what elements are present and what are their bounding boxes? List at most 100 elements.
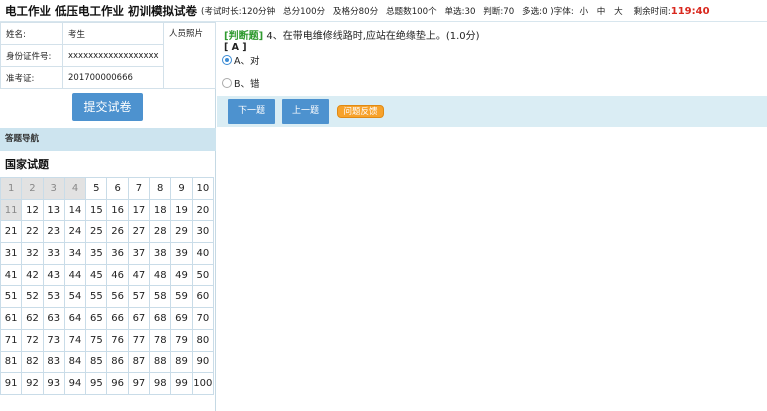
question-nav-cell-67[interactable]: 67 (127, 307, 151, 330)
option-b[interactable]: B、错 (222, 76, 260, 90)
question-nav-cell-19[interactable]: 19 (170, 198, 193, 222)
question-nav-cell-63[interactable]: 63 (42, 307, 65, 330)
question-nav-cell-70[interactable]: 70 (191, 307, 215, 330)
question-nav-cell-95[interactable]: 95 (85, 372, 108, 395)
question-nav-cell-10[interactable]: 10 (191, 177, 215, 200)
question-nav-cell-86[interactable]: 86 (106, 350, 129, 374)
question-nav-cell-64[interactable]: 64 (63, 307, 87, 330)
question-nav-cell-91[interactable]: 91 (0, 372, 23, 395)
question-nav-cell-59[interactable]: 59 (170, 285, 193, 309)
question-nav-cell-15[interactable]: 15 (85, 198, 108, 222)
question-nav-cell-41[interactable]: 41 (0, 263, 23, 287)
question-nav-cell-24[interactable]: 24 (63, 220, 87, 244)
question-nav-cell-11[interactable]: 11 (0, 198, 23, 222)
question-nav-cell-39[interactable]: 39 (170, 242, 193, 265)
question-nav-cell-5[interactable]: 5 (85, 177, 108, 200)
question-nav-cell-83[interactable]: 83 (42, 350, 65, 374)
question-nav-cell-1[interactable]: 1 (0, 177, 23, 200)
option-a[interactable]: A、对 (222, 53, 260, 67)
question-nav-cell-16[interactable]: 16 (106, 198, 129, 222)
question-nav-cell-42[interactable]: 42 (21, 263, 44, 287)
question-nav-cell-25[interactable]: 25 (85, 220, 108, 244)
question-nav-cell-9[interactable]: 9 (170, 177, 193, 200)
question-nav-cell-21[interactable]: 21 (0, 220, 23, 244)
question-nav-cell-22[interactable]: 22 (21, 220, 44, 244)
question-nav-cell-90[interactable]: 90 (191, 350, 215, 374)
question-nav-cell-54[interactable]: 54 (63, 285, 87, 309)
question-nav-cell-14[interactable]: 14 (63, 198, 87, 222)
question-nav-cell-73[interactable]: 73 (42, 328, 65, 352)
question-nav-cell-20[interactable]: 20 (191, 198, 215, 222)
question-nav-cell-43[interactable]: 43 (42, 263, 65, 287)
question-nav-cell-29[interactable]: 29 (170, 220, 193, 244)
question-nav-cell-69[interactable]: 69 (170, 307, 193, 330)
question-nav-cell-51[interactable]: 51 (0, 285, 23, 309)
question-nav-cell-96[interactable]: 96 (106, 372, 129, 395)
question-nav-cell-93[interactable]: 93 (42, 372, 65, 395)
question-nav-cell-2[interactable]: 2 (21, 177, 44, 200)
question-nav-cell-94[interactable]: 94 (63, 372, 87, 395)
question-nav-cell-77[interactable]: 77 (127, 328, 151, 352)
question-nav-cell-68[interactable]: 68 (149, 307, 172, 330)
question-nav-cell-23[interactable]: 23 (42, 220, 65, 244)
option-b-radio[interactable] (222, 78, 232, 88)
question-nav-cell-66[interactable]: 66 (106, 307, 129, 330)
question-nav-cell-76[interactable]: 76 (106, 328, 129, 352)
question-nav-cell-58[interactable]: 58 (149, 285, 172, 309)
question-nav-cell-52[interactable]: 52 (21, 285, 44, 309)
question-nav-cell-3[interactable]: 3 (42, 177, 65, 200)
font-large-button[interactable]: 大 (614, 7, 623, 17)
question-nav-cell-7[interactable]: 7 (127, 177, 151, 200)
question-nav-cell-79[interactable]: 79 (170, 328, 193, 352)
question-nav-cell-45[interactable]: 45 (85, 263, 108, 287)
question-nav-cell-32[interactable]: 32 (21, 242, 44, 265)
question-nav-cell-60[interactable]: 60 (191, 285, 215, 309)
question-nav-cell-8[interactable]: 8 (149, 177, 172, 200)
question-nav-cell-44[interactable]: 44 (63, 263, 87, 287)
question-nav-cell-84[interactable]: 84 (63, 350, 87, 374)
question-nav-cell-26[interactable]: 26 (106, 220, 129, 244)
question-nav-cell-33[interactable]: 33 (42, 242, 65, 265)
question-nav-cell-46[interactable]: 46 (106, 263, 129, 287)
option-a-radio[interactable] (222, 55, 232, 65)
prev-question-button[interactable]: 上一题 (282, 99, 329, 124)
question-nav-cell-53[interactable]: 53 (42, 285, 65, 309)
question-nav-cell-88[interactable]: 88 (149, 350, 172, 374)
question-nav-cell-62[interactable]: 62 (21, 307, 44, 330)
question-nav-cell-92[interactable]: 92 (21, 372, 44, 395)
next-question-button[interactable]: 下一题 (228, 99, 275, 124)
question-nav-cell-65[interactable]: 65 (85, 307, 108, 330)
question-nav-cell-17[interactable]: 17 (127, 198, 151, 222)
question-nav-cell-100[interactable]: 100 (191, 372, 215, 395)
question-nav-cell-36[interactable]: 36 (106, 242, 129, 265)
question-nav-cell-40[interactable]: 40 (191, 242, 215, 265)
question-nav-cell-34[interactable]: 34 (63, 242, 87, 265)
question-nav-cell-37[interactable]: 37 (127, 242, 151, 265)
question-nav-cell-56[interactable]: 56 (106, 285, 129, 309)
question-nav-cell-89[interactable]: 89 (170, 350, 193, 374)
question-nav-cell-72[interactable]: 72 (21, 328, 44, 352)
question-nav-cell-98[interactable]: 98 (149, 372, 172, 395)
question-nav-cell-61[interactable]: 61 (0, 307, 23, 330)
question-nav-cell-99[interactable]: 99 (170, 372, 193, 395)
font-small-button[interactable]: 小 (579, 7, 588, 17)
question-nav-cell-55[interactable]: 55 (85, 285, 108, 309)
question-nav-cell-27[interactable]: 27 (127, 220, 151, 244)
question-nav-cell-6[interactable]: 6 (106, 177, 129, 200)
question-nav-cell-71[interactable]: 71 (0, 328, 23, 352)
font-medium-button[interactable]: 中 (597, 7, 606, 17)
question-nav-cell-57[interactable]: 57 (127, 285, 151, 309)
question-nav-cell-13[interactable]: 13 (42, 198, 65, 222)
question-nav-cell-18[interactable]: 18 (149, 198, 172, 222)
question-nav-cell-80[interactable]: 80 (191, 328, 215, 352)
question-nav-cell-50[interactable]: 50 (191, 263, 215, 287)
question-nav-cell-48[interactable]: 48 (149, 263, 172, 287)
question-nav-cell-74[interactable]: 74 (63, 328, 87, 352)
question-nav-cell-30[interactable]: 30 (191, 220, 215, 244)
feedback-button[interactable]: 问题反馈 (337, 105, 384, 118)
question-nav-cell-81[interactable]: 81 (0, 350, 23, 374)
question-nav-cell-87[interactable]: 87 (127, 350, 151, 374)
question-nav-cell-35[interactable]: 35 (85, 242, 108, 265)
question-nav-cell-12[interactable]: 12 (21, 198, 44, 222)
question-nav-cell-47[interactable]: 47 (127, 263, 151, 287)
